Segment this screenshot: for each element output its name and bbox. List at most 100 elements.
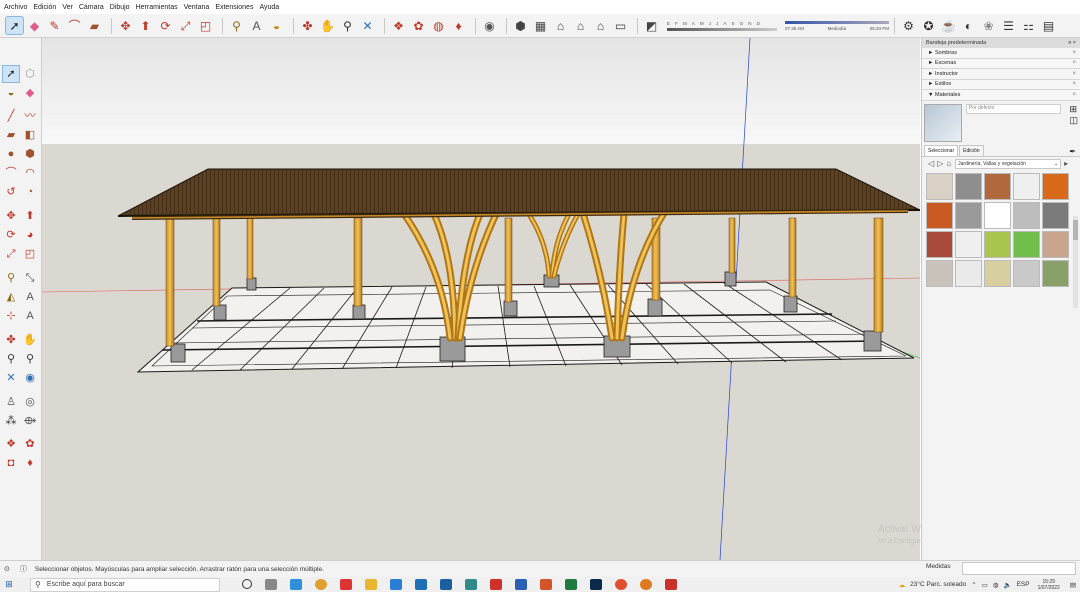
- material-swatch[interactable]: [1042, 230, 1069, 258]
- line-icon[interactable]: ╱: [3, 108, 19, 124]
- axes-icon[interactable]: ⊹: [3, 308, 19, 324]
- tape-measure-icon[interactable]: ⚲: [228, 17, 245, 34]
- back-arrow-icon[interactable]: ◁: [928, 159, 934, 168]
- cortana-icon[interactable]: [242, 579, 252, 589]
- rectangle-icon[interactable]: ▰: [3, 127, 19, 143]
- close-icon[interactable]: ×: [1072, 81, 1076, 87]
- polygon-icon[interactable]: ⬢: [22, 146, 38, 162]
- styles-icon[interactable]: ◐: [960, 17, 977, 34]
- user-account-icon[interactable]: ◉: [481, 17, 498, 34]
- move-icon[interactable]: ✥: [3, 208, 19, 224]
- offset-icon[interactable]: ◰: [197, 17, 214, 34]
- notifications-icon[interactable]: ▤: [1070, 581, 1076, 589]
- geo-location-icon[interactable]: ⊙: [4, 565, 10, 573]
- extension-warehouse-icon[interactable]: ✿: [22, 436, 38, 452]
- orbit-icon[interactable]: ✤: [3, 332, 19, 348]
- material-swatch[interactable]: [926, 230, 953, 258]
- material-swatch[interactable]: [1013, 259, 1040, 287]
- material-name-field[interactable]: Por defecto: [965, 103, 1062, 114]
- excel-icon[interactable]: [565, 579, 577, 590]
- menu-archivo[interactable]: Archivo: [4, 4, 27, 11]
- scrollbar-thumb[interactable]: [1073, 220, 1078, 240]
- component-attributes-icon[interactable]: ✪: [920, 17, 937, 34]
- store-icon[interactable]: [390, 579, 402, 590]
- zoom-extents-icon[interactable]: ✕: [3, 370, 19, 386]
- panel-instructor[interactable]: ► Instructor ×: [922, 69, 1080, 80]
- volume-icon[interactable]: 🔈: [1003, 581, 1011, 589]
- circle-icon[interactable]: ●: [3, 146, 19, 162]
- zoom-extents-icon[interactable]: ✕: [359, 17, 376, 34]
- close-icon[interactable]: ×: [1072, 60, 1076, 66]
- chrome-icon[interactable]: [315, 579, 327, 590]
- shadows-toggle-icon[interactable]: ◩: [643, 17, 660, 34]
- position-camera-icon[interactable]: ♙: [3, 394, 19, 410]
- left-view-icon[interactable]: ▭: [612, 17, 629, 34]
- outliner-icon[interactable]: ⚏: [1020, 17, 1037, 34]
- material-swatch[interactable]: [955, 201, 982, 229]
- shadow-time-slider[interactable]: 07:35 AM Mediodía 05:33 PM: [785, 20, 889, 31]
- make-component-icon[interactable]: ⬡: [22, 66, 38, 82]
- pan-icon[interactable]: ✋: [22, 332, 38, 348]
- arc-icon[interactable]: ⌒: [3, 165, 19, 181]
- battery-icon[interactable]: ▭: [982, 581, 988, 589]
- date-slider-track[interactable]: [667, 27, 777, 31]
- material-swatch[interactable]: [926, 259, 953, 287]
- info-icon[interactable]: ⓘ: [20, 564, 27, 574]
- create-material-icon[interactable]: ⊞: [1069, 104, 1078, 115]
- scenes-icon[interactable]: ❀: [980, 17, 997, 34]
- panel-sombras[interactable]: ► Sombras ×: [922, 48, 1080, 59]
- menu-camara[interactable]: Cámara: [79, 4, 104, 11]
- photoshop-icon[interactable]: [590, 579, 602, 590]
- rotate-icon[interactable]: ⟳: [157, 17, 174, 34]
- front-view-icon[interactable]: ⌂: [552, 17, 569, 34]
- word-icon[interactable]: [515, 579, 527, 590]
- shadow-date-slider[interactable]: E F M A M J J A S O N D: [667, 21, 777, 31]
- material-swatch[interactable]: [1013, 230, 1040, 258]
- orbit-icon[interactable]: ✤: [299, 17, 316, 34]
- zoom-icon[interactable]: ⚲: [339, 17, 356, 34]
- dimension-icon[interactable]: A: [248, 17, 265, 34]
- home-icon[interactable]: ⌂: [946, 159, 951, 168]
- panel-escenas[interactable]: ► Escenas ×: [922, 58, 1080, 69]
- rectangle-icon[interactable]: ▰: [86, 17, 103, 34]
- default-tray-icon[interactable]: ▤: [1040, 17, 1057, 34]
- three-point-arc-icon[interactable]: ↺: [3, 184, 19, 200]
- tab-edicion[interactable]: Edición: [959, 144, 984, 156]
- material-swatch[interactable]: [1042, 259, 1069, 287]
- details-arrow-icon[interactable]: ▸: [1064, 159, 1068, 168]
- teapot-icon[interactable]: ☕: [940, 17, 957, 34]
- push-pull-icon[interactable]: ⬆: [22, 208, 38, 224]
- tape-measure-icon[interactable]: ⚲: [3, 270, 19, 286]
- material-swatch[interactable]: [955, 259, 982, 287]
- swatch-scrollbar[interactable]: [1073, 216, 1078, 308]
- ruby-console-icon[interactable]: ♦: [22, 455, 38, 471]
- sample-paint-icon[interactable]: ◫: [1069, 115, 1078, 126]
- text-icon[interactable]: A: [22, 289, 38, 305]
- tags-icon[interactable]: ☰: [1000, 17, 1017, 34]
- scale-icon[interactable]: ⤢: [3, 246, 19, 262]
- walk-icon[interactable]: ⁂: [3, 413, 19, 429]
- 3d-warehouse-icon[interactable]: ❖: [390, 17, 407, 34]
- top-view-icon[interactable]: ▦: [532, 17, 549, 34]
- material-swatch[interactable]: [984, 201, 1011, 229]
- material-swatch[interactable]: [984, 172, 1011, 200]
- sketchup-icon[interactable]: [490, 579, 502, 590]
- menu-dibujo[interactable]: Dibujo: [110, 4, 130, 11]
- autocad-icon[interactable]: [465, 579, 477, 590]
- protractor-icon[interactable]: ◭: [3, 289, 19, 305]
- pencil-icon[interactable]: ✎: [46, 17, 63, 34]
- eraser-icon[interactable]: ◆: [26, 17, 43, 34]
- arc-icon[interactable]: ⌒: [66, 17, 83, 34]
- two-point-arc-icon[interactable]: ◠: [22, 165, 38, 181]
- panel-materiales[interactable]: ▼ Materiales ×: [922, 90, 1080, 101]
- offset-icon[interactable]: ◰: [22, 246, 38, 262]
- select-icon[interactable]: ➚: [2, 65, 20, 83]
- language-indicator[interactable]: ESP: [1017, 581, 1030, 588]
- material-swatch[interactable]: [1013, 201, 1040, 229]
- layout-icon[interactable]: ◍: [430, 17, 447, 34]
- network-icon[interactable]: ◍: [993, 581, 999, 589]
- sketchup-active-icon[interactable]: [665, 579, 677, 590]
- modeling-viewport[interactable]: [42, 38, 920, 560]
- follow-me-icon[interactable]: ◕: [22, 227, 38, 243]
- select-tool-icon[interactable]: ➚: [5, 16, 24, 35]
